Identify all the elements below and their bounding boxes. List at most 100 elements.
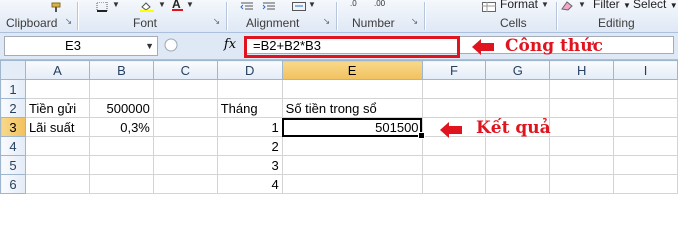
cell-f1[interactable] (421, 79, 487, 99)
cell-e3-selected[interactable]: 501500 (281, 117, 425, 139)
borders-icon[interactable] (96, 0, 108, 15)
clipboard-launcher-icon[interactable]: ↘ (64, 17, 73, 26)
name-box[interactable]: E3 ▼ (4, 36, 158, 56)
row-header-2[interactable]: 2 (0, 98, 26, 118)
merge-dropdown-icon[interactable]: ▼ (308, 0, 316, 9)
column-header-c[interactable]: C (152, 60, 218, 80)
cell-e3-value: 501500 (375, 119, 419, 135)
fill-color-dropdown-icon[interactable]: ▼ (158, 0, 166, 9)
cell-b4[interactable] (88, 136, 154, 156)
row-header-6[interactable]: 6 (0, 174, 26, 194)
sort-filter-button[interactable]: Filter ▼ (593, 0, 631, 13)
borders-dropdown-icon[interactable]: ▼ (112, 0, 120, 9)
cell-i1[interactable] (613, 79, 678, 99)
row-header-5[interactable]: 5 (0, 155, 26, 175)
cell-e1[interactable] (281, 79, 423, 99)
font-color-dropdown-icon[interactable]: ▼ (186, 0, 194, 9)
cell-h3[interactable] (549, 117, 615, 137)
clear-icon[interactable] (560, 0, 574, 14)
increase-indent-icon[interactable] (262, 0, 276, 15)
cell-d1[interactable] (216, 79, 283, 99)
row-header-3[interactable]: 3 (0, 117, 26, 137)
column-header-g[interactable]: G (485, 60, 551, 80)
formula-bar-resize-handle[interactable] (162, 38, 180, 52)
cell-a6[interactable] (24, 174, 90, 194)
cell-a2[interactable]: Tiền gửi (24, 98, 90, 118)
name-box-dropdown-icon[interactable]: ▼ (145, 37, 154, 55)
cell-b6[interactable] (88, 174, 154, 194)
format-dropdown-icon[interactable]: ▼ (541, 0, 549, 9)
column-header-i[interactable]: I (613, 60, 678, 80)
cell-g2[interactable] (485, 98, 551, 118)
group-label-alignment: Alignment (246, 16, 300, 30)
cell-h5[interactable] (549, 155, 615, 175)
decrease-indent-icon[interactable] (240, 0, 254, 15)
number-launcher-icon[interactable]: ↘ (410, 17, 419, 26)
cell-d5[interactable]: 3 (216, 155, 283, 175)
select-all-corner[interactable] (0, 60, 26, 80)
font-color-icon[interactable]: A (172, 0, 183, 11)
cell-f6[interactable] (421, 174, 487, 194)
alignment-launcher-icon[interactable]: ↘ (322, 17, 331, 26)
cell-i2[interactable] (613, 98, 678, 118)
cell-e4[interactable] (281, 136, 423, 156)
cell-d2[interactable]: Tháng (216, 98, 283, 118)
column-header-a[interactable]: A (24, 60, 90, 80)
cell-f5[interactable] (421, 155, 487, 175)
column-header-f[interactable]: F (421, 60, 487, 80)
fill-handle[interactable] (417, 132, 425, 139)
format-painter-icon[interactable] (50, 0, 64, 15)
sort-filter-dropdown-icon: ▼ (623, 1, 631, 10)
cell-c4[interactable] (152, 136, 218, 156)
cell-h6[interactable] (549, 174, 615, 194)
column-header-b[interactable]: B (88, 60, 154, 80)
cell-c2[interactable] (152, 98, 218, 118)
cell-a4[interactable] (24, 136, 90, 156)
increase-decimal-icon[interactable]: .0 (350, 0, 357, 8)
font-launcher-icon[interactable]: ↘ (212, 17, 221, 26)
cell-d3[interactable]: 1 (216, 117, 283, 137)
cell-d4[interactable]: 2 (216, 136, 283, 156)
cell-a1[interactable] (24, 79, 90, 99)
column-header-d[interactable]: D (216, 60, 283, 80)
row-header-4[interactable]: 4 (0, 136, 26, 156)
cell-f2[interactable] (421, 98, 487, 118)
find-select-button[interactable]: Select ▼ (633, 0, 678, 13)
cell-g6[interactable] (485, 174, 551, 194)
cell-h4[interactable] (549, 136, 615, 156)
cell-b1[interactable] (88, 79, 154, 99)
cell-c6[interactable] (152, 174, 218, 194)
insert-function-icon[interactable]: fx (220, 36, 240, 54)
cell-d6[interactable]: 4 (216, 174, 283, 194)
decrease-decimal-icon[interactable]: .00 (374, 0, 385, 8)
cell-b2[interactable]: 500000 (88, 98, 154, 118)
cell-e2[interactable]: Số tiền trong sổ (281, 98, 423, 118)
cell-h2[interactable] (549, 98, 615, 118)
cell-g1[interactable] (485, 79, 551, 99)
column-header-e[interactable]: E (281, 60, 423, 80)
cell-g5[interactable] (485, 155, 551, 175)
cell-h1[interactable] (549, 79, 615, 99)
cell-e5[interactable] (281, 155, 423, 175)
cell-i5[interactable] (613, 155, 678, 175)
cell-a5[interactable] (24, 155, 90, 175)
fill-color-icon[interactable] (140, 0, 154, 15)
cell-b3[interactable]: 0,3% (88, 117, 154, 137)
merge-center-icon[interactable] (292, 0, 306, 15)
clear-dropdown-icon[interactable]: ▼ (578, 0, 586, 9)
cell-c5[interactable] (152, 155, 218, 175)
format-cells-icon[interactable] (482, 0, 496, 15)
cell-c1[interactable] (152, 79, 218, 99)
row-header-1[interactable]: 1 (0, 79, 26, 99)
cell-i4[interactable] (613, 136, 678, 156)
cell-e6[interactable] (281, 174, 423, 194)
format-button[interactable]: Format (500, 0, 538, 11)
column-header-h[interactable]: H (549, 60, 615, 80)
cell-g4[interactable] (485, 136, 551, 156)
cell-b5[interactable] (88, 155, 154, 175)
cell-f4[interactable] (421, 136, 487, 156)
cell-i3[interactable] (613, 117, 678, 137)
cell-c3[interactable] (152, 117, 218, 137)
cell-i6[interactable] (613, 174, 678, 194)
cell-a3[interactable]: Lãi suất (24, 117, 90, 137)
